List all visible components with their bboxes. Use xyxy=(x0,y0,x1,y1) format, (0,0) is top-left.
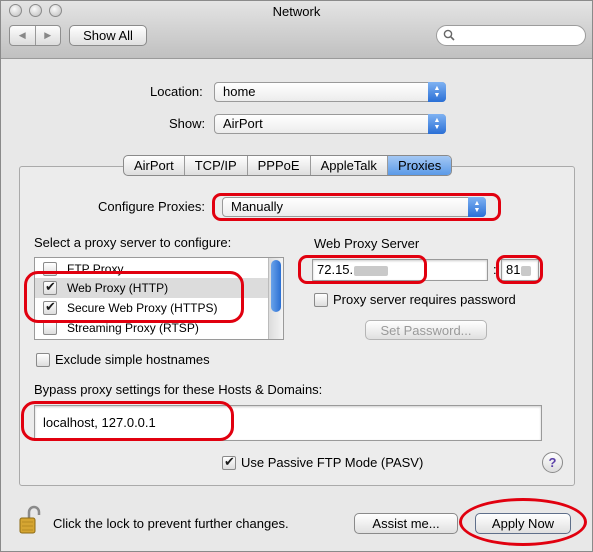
forward-arrow-icon[interactable]: ▶ xyxy=(34,26,61,45)
port-separator: : xyxy=(493,262,497,277)
search-field[interactable] xyxy=(436,25,586,46)
ftp-proxy-checkbox[interactable] xyxy=(43,262,57,276)
tab-tcpip[interactable]: TCP/IP xyxy=(185,156,248,175)
list-scrollbar[interactable] xyxy=(268,258,283,339)
passive-ftp-option[interactable]: Use Passive FTP Mode (PASV) xyxy=(222,454,424,470)
web-proxy-checkbox[interactable] xyxy=(43,279,57,295)
bypass-hosts-value: localhost, 127.0.0.1 xyxy=(43,415,156,430)
web-proxy-server-label: Web Proxy Server xyxy=(314,236,420,251)
popup-arrows-icon: ▲ ▼ xyxy=(468,197,486,217)
list-item-label: Web Proxy (HTTP) xyxy=(67,281,169,295)
list-item-label: FTP Proxy xyxy=(67,262,124,276)
lock-icon[interactable] xyxy=(19,505,41,535)
passive-ftp-checkbox[interactable] xyxy=(222,454,236,470)
show-all-button[interactable]: Show All xyxy=(69,25,147,46)
streaming-proxy-checkbox[interactable] xyxy=(43,321,57,335)
scrollbar-thumb[interactable] xyxy=(271,260,281,312)
tab-bar: AirPort TCP/IP PPPoE AppleTalk Proxies xyxy=(123,155,453,176)
location-label: Location: xyxy=(150,84,203,99)
location-value: home xyxy=(223,84,256,99)
redacted-text xyxy=(521,265,532,276)
tab-appletalk[interactable]: AppleTalk xyxy=(311,156,388,175)
show-value: AirPort xyxy=(223,116,263,131)
configure-proxies-popup[interactable]: Manually ▲ ▼ xyxy=(222,197,486,217)
proxy-port-value: 81 xyxy=(506,262,521,277)
title-bar: Network ◀ ▶ Show All xyxy=(1,1,592,59)
requires-password-label: Proxy server requires password xyxy=(333,292,516,307)
set-password-button[interactable]: Set Password... xyxy=(365,320,487,340)
tab-pppoe[interactable]: PPPoE xyxy=(248,156,311,175)
requires-password-checkbox[interactable] xyxy=(314,292,328,307)
proxy-port-field[interactable]: 81 xyxy=(501,259,539,281)
passive-ftp-label: Use Passive FTP Mode (PASV) xyxy=(241,455,424,470)
list-item-secure-web-proxy[interactable]: Secure Web Proxy (HTTPS) xyxy=(35,298,269,318)
window-title: Network xyxy=(272,4,321,19)
apply-now-button[interactable]: Apply Now xyxy=(475,513,571,534)
assist-me-button[interactable]: Assist me... xyxy=(354,513,458,534)
list-item-ftp-proxy[interactable]: FTP Proxy xyxy=(35,259,269,279)
tab-airport[interactable]: AirPort xyxy=(124,156,185,175)
exclude-hostnames-label: Exclude simple hostnames xyxy=(55,352,210,367)
search-icon xyxy=(443,29,455,41)
lock-hint-text: Click the lock to prevent further change… xyxy=(53,516,289,531)
exclude-hostnames-option[interactable]: Exclude simple hostnames xyxy=(36,352,210,367)
show-label: Show: xyxy=(169,116,206,131)
tab-proxies[interactable]: Proxies xyxy=(387,156,452,175)
configure-proxies-value: Manually xyxy=(231,199,284,214)
exclude-hostnames-checkbox[interactable] xyxy=(36,352,50,367)
list-item-label: Secure Web Proxy (HTTPS) xyxy=(67,301,218,315)
configure-proxies-label: Configure Proxies: xyxy=(98,199,205,214)
popup-arrows-icon: ▲ ▼ xyxy=(428,82,446,102)
proxy-server-value: 72.15. xyxy=(317,262,354,277)
location-popup[interactable]: home ▲ ▼ xyxy=(214,82,446,102)
show-popup[interactable]: AirPort ▲ ▼ xyxy=(214,114,446,134)
list-item-web-proxy[interactable]: Web Proxy (HTTP) xyxy=(35,278,269,298)
back-arrow-icon[interactable]: ◀ xyxy=(10,26,35,45)
proxy-list: FTP Proxy Web Proxy (HTTP) Secure Web Pr… xyxy=(34,257,284,340)
network-preferences-window: Network ◀ ▶ Show All Location: home ▲ ▼ S… xyxy=(0,0,593,552)
proxy-server-field[interactable]: 72.15. xyxy=(312,259,488,281)
bypass-label: Bypass proxy settings for these Hosts & … xyxy=(34,382,323,397)
back-forward-control: ◀ ▶ xyxy=(9,25,61,46)
select-proxy-label: Select a proxy server to configure: xyxy=(34,235,232,250)
bypass-hosts-field[interactable]: localhost, 127.0.0.1 xyxy=(34,405,542,441)
requires-password-option[interactable]: Proxy server requires password xyxy=(314,292,516,307)
list-item-streaming-proxy[interactable]: Streaming Proxy (RTSP) xyxy=(35,318,269,338)
list-item-label: Streaming Proxy (RTSP) xyxy=(67,321,199,335)
redacted-text xyxy=(354,265,389,276)
popup-arrows-icon: ▲ ▼ xyxy=(428,114,446,134)
help-button[interactable]: ? xyxy=(542,452,563,473)
secure-web-proxy-checkbox[interactable] xyxy=(43,299,57,315)
